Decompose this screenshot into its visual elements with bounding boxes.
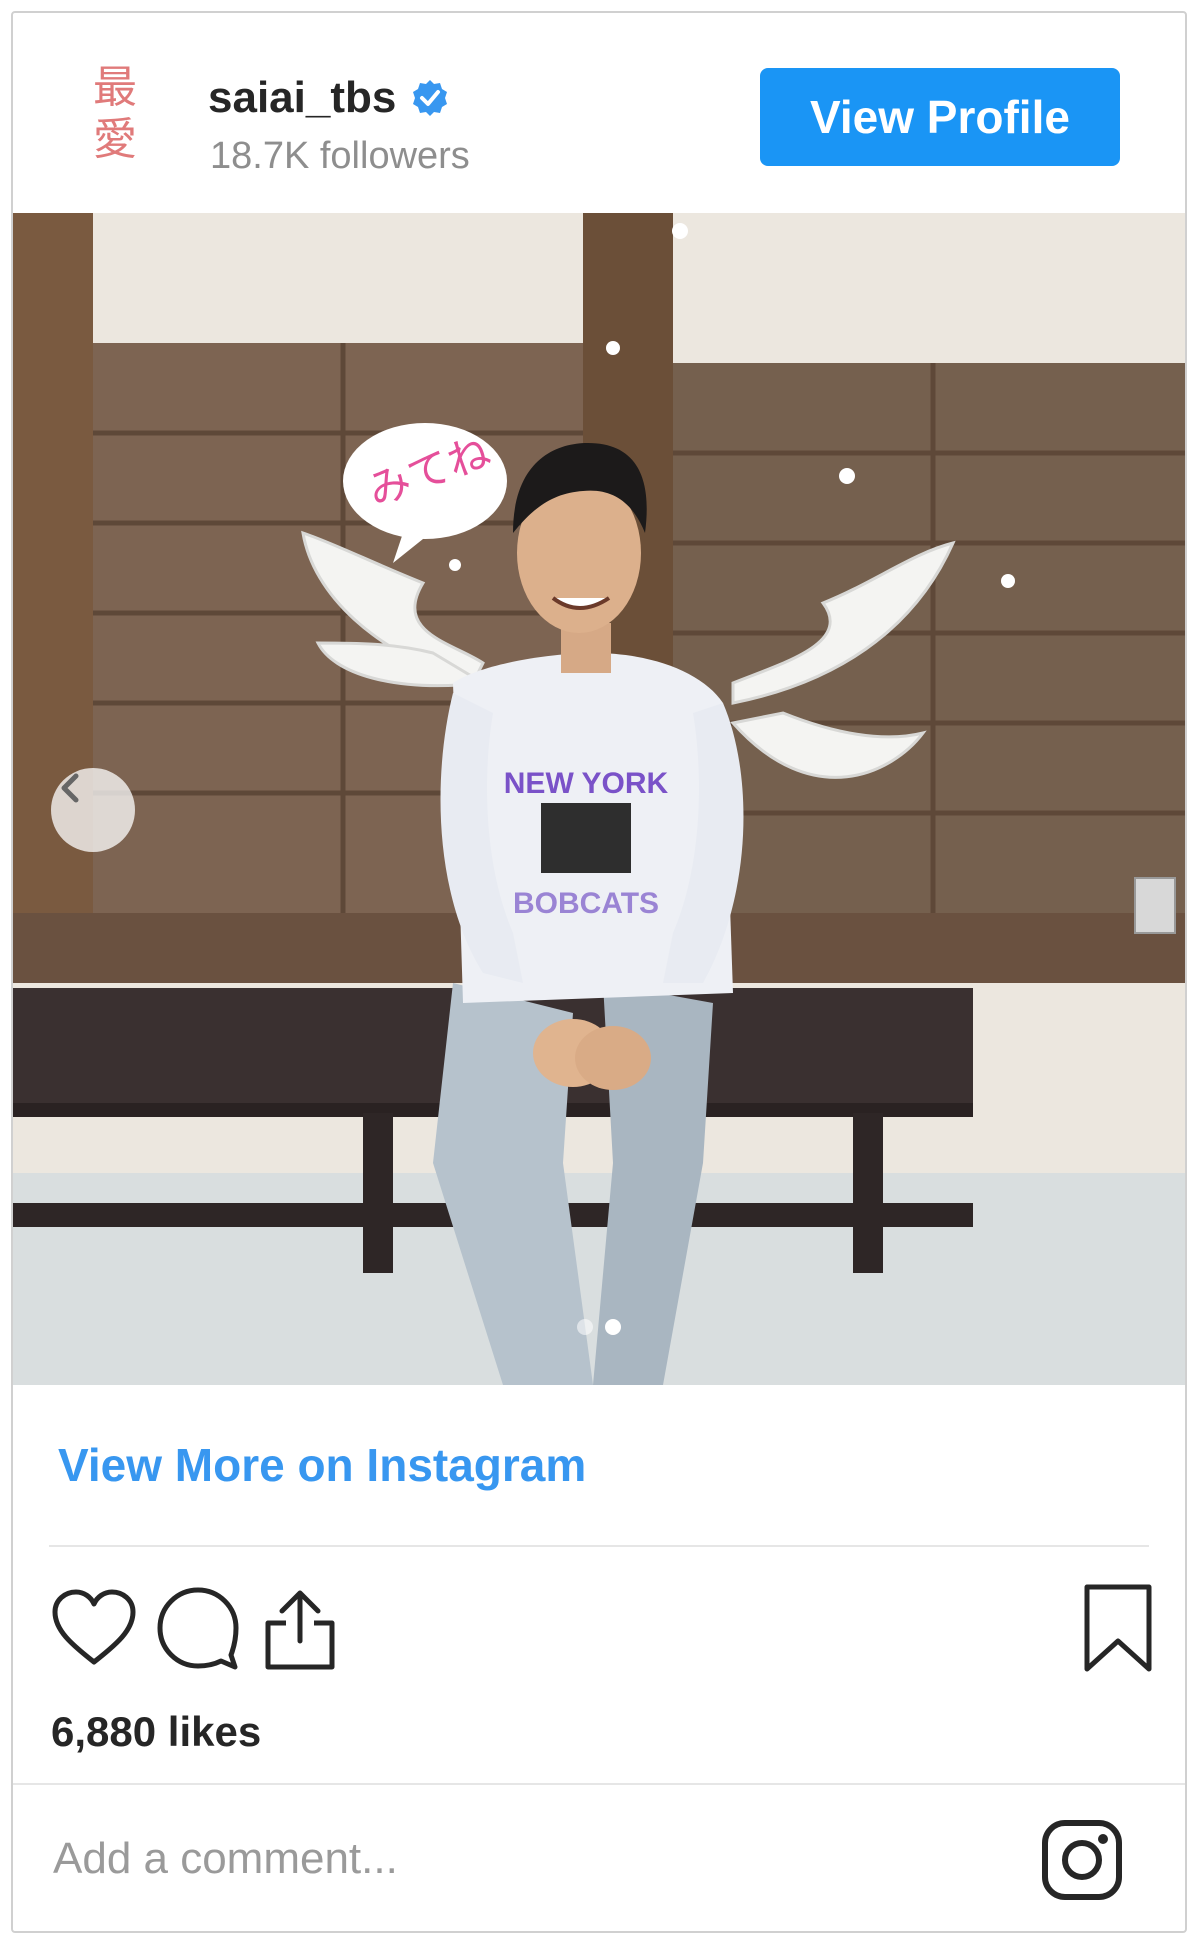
share-icon [265, 1590, 335, 1670]
instagram-icon[interactable] [1041, 1819, 1123, 1901]
like-count: 6,880 likes [51, 1708, 262, 1755]
username-row: saiai_tbs [208, 73, 450, 123]
photo-illustration: NEW YORK BOBCATS [13, 213, 1185, 1385]
follower-count: 18.7K followers [210, 135, 470, 177]
bookmark-icon [1084, 1584, 1152, 1672]
carousel-dot-active[interactable] [605, 1319, 621, 1335]
view-profile-button[interactable]: View Profile [760, 68, 1120, 166]
verified-badge-icon [413, 80, 448, 116]
shirt-text-bottom: BOBCATS [513, 887, 659, 920]
comment-button[interactable] [153, 1583, 243, 1673]
post-header: 最 愛 saiai_tbs 18.7K followers View Profi… [13, 13, 1185, 213]
post-photo[interactable]: NEW YORK BOBCATS みてね [13, 213, 1185, 1385]
divider [13, 1783, 1185, 1785]
carousel-prev-button[interactable] [51, 768, 135, 852]
share-button[interactable] [255, 1583, 345, 1673]
shirt-text-top: NEW YORK [504, 767, 669, 800]
view-more-on-instagram-link[interactable]: View More on Instagram [58, 1438, 586, 1492]
carousel-indicator [577, 1319, 621, 1335]
chevron-left-icon [61, 773, 79, 803]
carousel-dot[interactable] [577, 1319, 593, 1335]
comment-icon [157, 1587, 239, 1670]
heart-icon [52, 1589, 136, 1665]
instagram-embed-card: 最 愛 saiai_tbs 18.7K followers View Profi… [11, 11, 1187, 1933]
avatar-char-1: 最 [93, 62, 137, 113]
divider [49, 1545, 1149, 1547]
save-button[interactable] [1073, 1583, 1163, 1673]
avatar[interactable]: 最 愛 [75, 59, 155, 169]
comment-input[interactable] [51, 1813, 955, 1905]
like-button[interactable] [49, 1583, 139, 1673]
avatar-char-2: 愛 [93, 114, 137, 165]
action-bar [13, 1573, 1185, 1683]
username[interactable]: saiai_tbs [208, 73, 396, 123]
